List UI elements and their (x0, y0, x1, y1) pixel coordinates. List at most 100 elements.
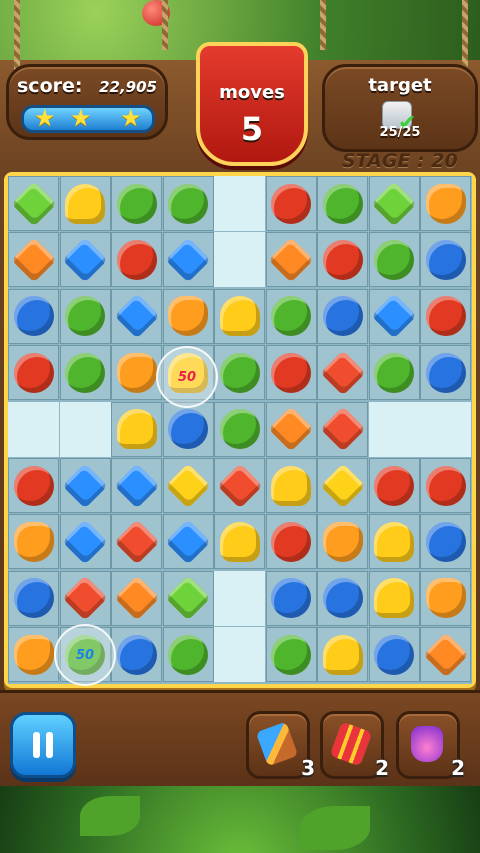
blueberry-icon (425, 521, 466, 562)
board-cell[interactable] (265, 627, 317, 683)
board-cell[interactable] (265, 570, 317, 626)
game-board: 50 50 (4, 172, 476, 688)
melon-icon (65, 296, 105, 337)
melon-icon (168, 634, 208, 675)
board-cell[interactable] (368, 514, 420, 570)
board-cell[interactable] (214, 514, 265, 570)
hammer-icon (255, 721, 299, 767)
board-cell[interactable] (265, 514, 317, 570)
board-cell[interactable] (265, 458, 317, 513)
board-cell[interactable] (111, 627, 162, 683)
board-cell[interactable] (420, 288, 471, 344)
board-cell[interactable] (420, 232, 471, 288)
board-cell[interactable] (8, 345, 59, 401)
potion-booster-button[interactable]: 2 (396, 711, 465, 780)
board-cell[interactable] (111, 401, 162, 457)
board-cell[interactable] (111, 458, 162, 513)
board-cell[interactable] (162, 401, 214, 457)
board-cell[interactable] (368, 627, 420, 683)
board-cell[interactable] (265, 345, 317, 401)
board-cell[interactable] (420, 345, 471, 401)
pause-icon (33, 732, 53, 758)
board-cell[interactable] (111, 514, 162, 570)
target-panel: target ✔ 25/25 (322, 64, 478, 152)
board-cell[interactable] (8, 288, 59, 344)
board-cell[interactable] (8, 176, 59, 231)
board-cell[interactable] (317, 345, 368, 401)
board-cell[interactable] (59, 176, 111, 231)
empty-cell (368, 401, 420, 457)
board-cell[interactable] (162, 176, 214, 231)
board-cell[interactable] (214, 288, 265, 344)
tomato-icon (374, 465, 414, 506)
board-cell[interactable] (265, 401, 317, 457)
green-gem-icon (371, 180, 417, 227)
tomato-icon (425, 296, 466, 337)
board-cell[interactable] (420, 627, 471, 683)
board-cell[interactable] (368, 345, 420, 401)
blueberry-icon (322, 578, 363, 619)
board-cell[interactable] (8, 458, 59, 513)
red-gem-icon (216, 462, 263, 509)
green-gem-icon (10, 180, 57, 227)
board-cell[interactable] (162, 570, 214, 626)
board-cell[interactable] (111, 288, 162, 344)
melon-icon (322, 183, 363, 224)
orange-gem-icon (268, 237, 314, 283)
blueberry-icon (13, 578, 54, 619)
board-cell[interactable] (214, 401, 265, 457)
blue-gem-icon (165, 519, 211, 565)
board-cell[interactable] (59, 570, 111, 626)
board-cell[interactable] (162, 627, 214, 683)
hammer-booster-button[interactable]: 3 (246, 711, 315, 780)
board-cell[interactable] (8, 514, 59, 570)
board-cell[interactable] (317, 514, 368, 570)
board-cell[interactable] (420, 458, 471, 513)
board-cell[interactable] (111, 176, 162, 231)
mushroom-icon (374, 578, 414, 619)
rope-left-2 (162, 0, 168, 50)
carrot-icon (13, 634, 54, 675)
board-cell[interactable] (214, 345, 265, 401)
board-cell[interactable] (368, 232, 420, 288)
board-cell[interactable] (317, 288, 368, 344)
board-cell[interactable] (162, 458, 214, 513)
board-cell[interactable] (317, 627, 368, 683)
moves-value: 5 (240, 110, 264, 148)
board-cell[interactable] (111, 570, 162, 626)
board-cell[interactable] (368, 288, 420, 344)
board-cell[interactable] (214, 458, 265, 513)
board-cell[interactable] (317, 232, 368, 288)
board-cell[interactable] (265, 176, 317, 231)
board-cell[interactable] (265, 232, 317, 288)
firework-booster-button[interactable]: 2 (320, 711, 389, 780)
board-cell[interactable] (162, 232, 214, 288)
board-cell[interactable] (59, 458, 111, 513)
board-cell[interactable] (59, 514, 111, 570)
pause-button[interactable] (10, 712, 76, 778)
board-cell[interactable] (111, 345, 162, 401)
board-cell[interactable] (265, 288, 317, 344)
board-cell[interactable] (59, 288, 111, 344)
board-cell[interactable] (8, 627, 59, 683)
board-cell[interactable] (59, 345, 111, 401)
board-cell[interactable] (420, 176, 471, 231)
board-cell[interactable] (420, 570, 471, 626)
potion-count: 2 (451, 756, 465, 780)
board-cell[interactable] (317, 401, 368, 457)
board-cell[interactable] (111, 232, 162, 288)
board-cell[interactable] (368, 458, 420, 513)
board-cell[interactable] (162, 514, 214, 570)
board-cell[interactable] (368, 570, 420, 626)
board-cell[interactable] (317, 570, 368, 626)
tomato-icon (13, 465, 54, 506)
mushroom-icon (116, 409, 157, 450)
board-cell[interactable] (317, 176, 368, 231)
board-cell[interactable] (162, 288, 214, 344)
board-cell[interactable] (8, 232, 59, 288)
board-cell[interactable] (317, 458, 368, 513)
board-cell[interactable] (420, 514, 471, 570)
board-cell[interactable] (368, 176, 420, 231)
board-cell[interactable] (8, 570, 59, 626)
board-cell[interactable] (59, 232, 111, 288)
